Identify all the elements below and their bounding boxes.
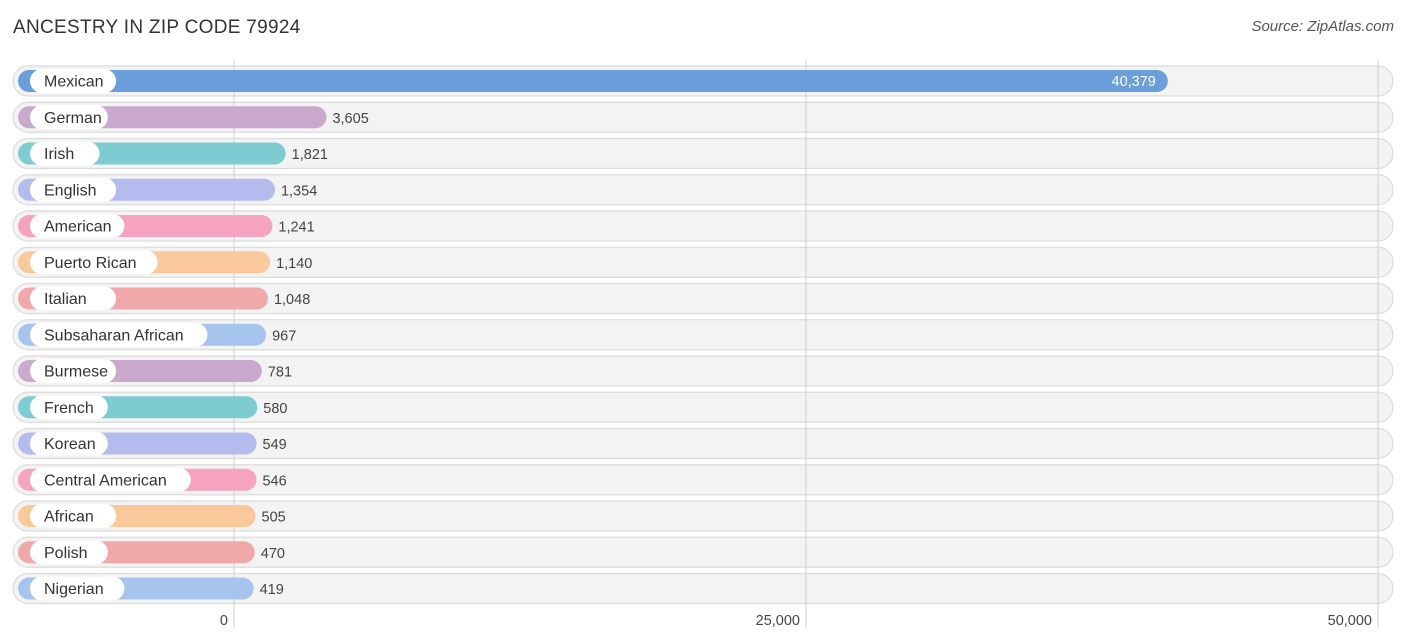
category-label: Nigerian xyxy=(44,581,104,598)
value-label: 580 xyxy=(263,401,287,417)
value-label: 967 xyxy=(272,328,296,344)
category-label: English xyxy=(44,182,96,199)
x-tick-label: 25,000 xyxy=(756,613,800,629)
category-label: French xyxy=(44,400,94,417)
x-tick-label: 0 xyxy=(220,613,228,629)
value-label: 1,140 xyxy=(276,256,312,272)
category-label: Subsaharan African xyxy=(44,327,184,344)
bar-group: Nigerian 419 xyxy=(18,576,284,601)
category-label: Mexican xyxy=(44,74,104,91)
category-label: Polish xyxy=(44,545,88,562)
bar-group: German 3,605 xyxy=(18,105,369,130)
value-label: 3,605 xyxy=(332,111,368,127)
bar-group: Burmese 781 xyxy=(18,359,292,383)
bar-group: Korean 549 xyxy=(18,431,287,456)
category-label: American xyxy=(44,219,112,236)
category-label: African xyxy=(44,509,94,526)
category-label: Central American xyxy=(44,472,167,489)
bar-group: Subsaharan African 967 xyxy=(18,322,296,347)
value-label: 505 xyxy=(262,510,286,526)
value-label: 1,048 xyxy=(274,292,310,308)
value-label: 419 xyxy=(260,582,284,598)
bar-group: Central American 546 xyxy=(18,467,287,492)
value-label: 1,354 xyxy=(281,183,317,199)
bar-group: African 505 xyxy=(18,504,286,528)
category-label: Korean xyxy=(44,436,96,453)
bar-group: Polish 470 xyxy=(18,540,285,565)
value-label: 781 xyxy=(268,365,292,381)
bar-group: Irish 1,821 xyxy=(18,141,328,166)
bar-chart: Mexican 40,379 German 3,605 Irish 1,821 Englis… xyxy=(12,60,1394,629)
category-label: Italian xyxy=(44,291,87,308)
bar-group: Mexican 40,379 xyxy=(18,69,1168,93)
value-label: 546 xyxy=(262,473,286,489)
category-label: Irish xyxy=(44,146,74,163)
category-label: German xyxy=(44,110,102,127)
bar-group: French 580 xyxy=(18,395,287,420)
bar xyxy=(18,70,1168,92)
x-tick-label: 50,000 xyxy=(1328,613,1372,629)
category-label: Puerto Rican xyxy=(44,255,137,272)
value-label: 470 xyxy=(261,546,285,562)
value-label: 549 xyxy=(263,437,287,453)
value-label: 1,821 xyxy=(292,147,328,163)
value-label: 1,241 xyxy=(278,220,314,236)
category-label: Burmese xyxy=(44,364,108,381)
value-label: 40,379 xyxy=(1112,74,1156,90)
